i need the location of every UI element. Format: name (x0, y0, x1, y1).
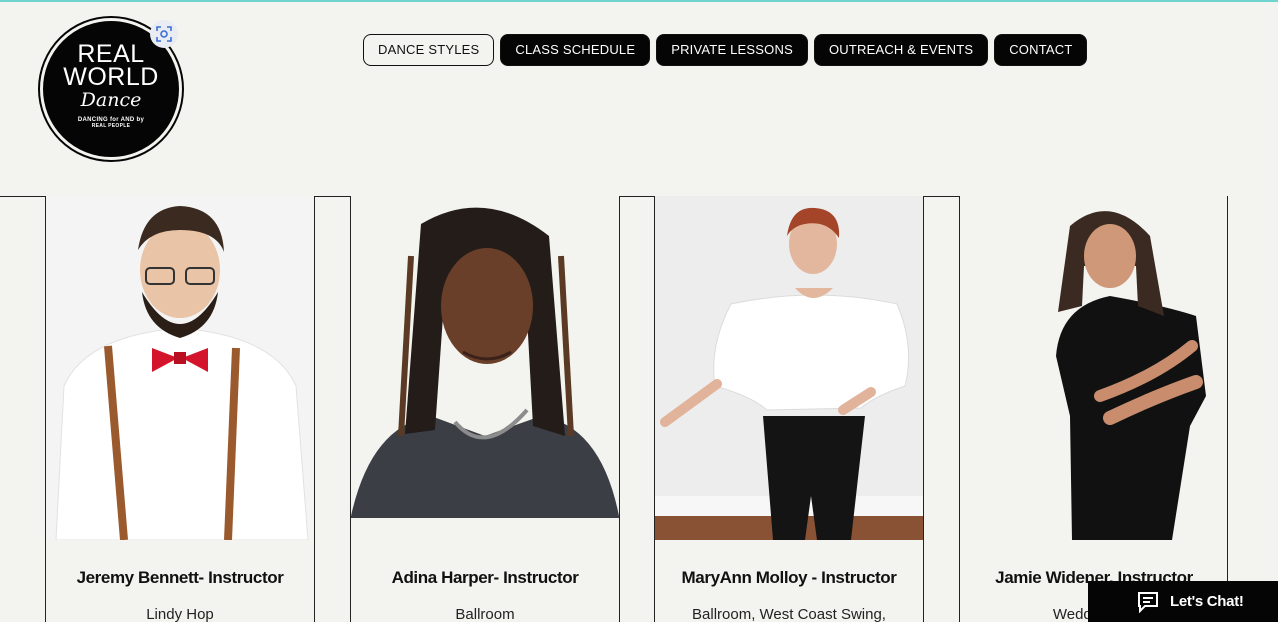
instructor-name: Jeremy Bennett- Instructor (76, 568, 284, 587)
chat-label: Let's Chat! (1170, 593, 1244, 610)
site-header: REAL WORLD Dance DANCING for AND by REAL… (0, 2, 1278, 197)
logo-line-dance: Dance (80, 89, 142, 111)
logo-tagline-2: REAL PEOPLE (91, 123, 131, 129)
image-scan-icon[interactable] (150, 20, 178, 48)
nav-class-schedule[interactable]: CLASS SCHEDULE (500, 34, 651, 66)
instructor-styles: Lindy Hop (146, 606, 214, 622)
chat-button[interactable]: Let's Chat! (1088, 581, 1278, 622)
instructor-card[interactable]: Jeremy Bennett- Instructor Lindy Hop (45, 196, 315, 622)
instructor-card[interactable]: Adina Harper- Instructor Ballroom (350, 196, 620, 622)
main-nav: DANCE STYLES CLASS SCHEDULE PRIVATE LESS… (363, 34, 1093, 66)
nav-contact[interactable]: CONTACT (994, 34, 1088, 66)
nav-dance-styles[interactable]: DANCE STYLES (363, 34, 495, 66)
instructor-styles: Ballroom, West Coast Swing, (692, 606, 886, 622)
instructor-card-partial (1227, 196, 1278, 622)
instructor-photo (351, 196, 619, 540)
instructor-photo (655, 196, 923, 540)
nav-outreach-events[interactable]: OUTREACH & EVENTS (813, 34, 989, 66)
logo-line-world: WORLD (63, 63, 159, 91)
instructor-name: MaryAnn Molloy - Instructor (681, 568, 897, 587)
instructor-card[interactable]: Jamie Widener, Instructor Wedding Co (959, 196, 1229, 622)
instructor-card[interactable]: MaryAnn Molloy - Instructor Ballroom, We… (654, 196, 924, 622)
chat-icon (1138, 592, 1158, 613)
instructor-name: Adina Harper- Instructor (391, 568, 579, 587)
instructor-gallery: Jeremy Bennett- Instructor Lindy Hop Adi… (0, 196, 1278, 622)
nav-private-lessons[interactable]: PRIVATE LESSONS (656, 34, 808, 66)
instructor-photo (46, 196, 314, 540)
instructor-styles: Ballroom (455, 606, 515, 622)
instructor-photo (960, 196, 1228, 540)
